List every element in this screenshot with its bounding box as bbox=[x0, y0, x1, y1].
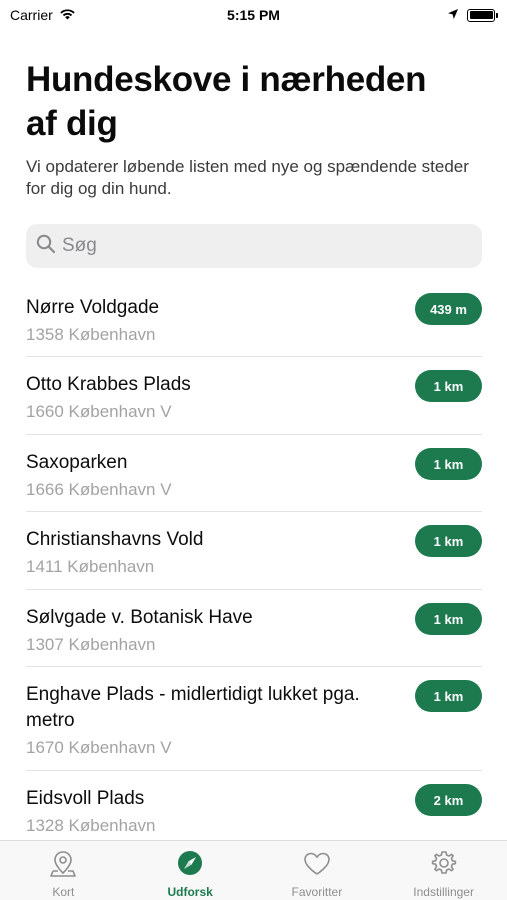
tab-bar: Kort Udforsk Favoritter Indstillinger bbox=[0, 840, 507, 900]
search-input[interactable] bbox=[62, 235, 462, 257]
list-item[interactable]: Nørre Voldgade 1358 København 439 m bbox=[26, 280, 482, 357]
distance-badge: 1 km bbox=[415, 448, 482, 480]
gear-icon bbox=[429, 849, 459, 885]
list-item[interactable]: Sølvgade v. Botanisk Have 1307 København… bbox=[26, 590, 482, 667]
place-name: Otto Krabbes Plads bbox=[26, 374, 191, 395]
tab-kort[interactable]: Kort bbox=[0, 841, 127, 900]
distance-badge: 1 km bbox=[415, 525, 482, 557]
place-address: 1666 København V bbox=[26, 480, 172, 499]
map-pin-icon bbox=[48, 849, 78, 885]
location-arrow-icon bbox=[447, 7, 459, 23]
place-address: 1307 København bbox=[26, 635, 156, 654]
search-icon bbox=[36, 234, 56, 259]
distance-badge: 1 km bbox=[415, 370, 482, 402]
status-left: Carrier bbox=[10, 7, 76, 23]
place-name: Christianshavns Vold bbox=[26, 529, 204, 550]
place-name: Saxoparken bbox=[26, 452, 128, 473]
place-address: 1660 København V bbox=[26, 402, 172, 421]
list-item[interactable]: Enghave Plads - midlertidigt lukket pga.… bbox=[26, 667, 482, 771]
distance-badge: 1 km bbox=[415, 603, 482, 635]
battery-fill bbox=[469, 11, 493, 19]
place-name: Nørre Voldgade bbox=[26, 297, 160, 318]
place-address: 1670 København V bbox=[26, 738, 172, 757]
compass-icon bbox=[175, 849, 205, 885]
list-item[interactable]: Eidsvoll Plads 1328 København 2 km bbox=[26, 771, 482, 849]
status-bar: Carrier 5:15 PM bbox=[0, 0, 507, 30]
battery-icon bbox=[467, 8, 498, 22]
distance-badge: 439 m bbox=[415, 293, 482, 325]
tab-label: Udforsk bbox=[167, 885, 213, 899]
tab-label: Favoritter bbox=[291, 885, 343, 899]
tab-udforsk[interactable]: Udforsk bbox=[127, 841, 254, 900]
distance-badge: 2 km bbox=[415, 784, 482, 816]
place-address: 1328 København bbox=[26, 816, 156, 835]
place-name: Enghave Plads - midlertidigt lukket pga.… bbox=[26, 684, 360, 731]
wifi-icon bbox=[59, 7, 76, 23]
page-subtitle: Vi opdaterer løbende listen med nye og s… bbox=[26, 157, 469, 198]
search-bar[interactable] bbox=[26, 224, 482, 268]
tab-indstillinger[interactable]: Indstillinger bbox=[380, 841, 507, 900]
page-title: Hundeskove i nærheden af dig bbox=[26, 60, 427, 143]
tab-favoritter[interactable]: Favoritter bbox=[254, 841, 381, 900]
list-item[interactable]: Otto Krabbes Plads 1660 København V 1 km bbox=[26, 357, 482, 435]
status-time: 5:15 PM bbox=[227, 7, 280, 23]
distance-badge: 1 km bbox=[415, 680, 482, 712]
heart-icon bbox=[302, 849, 332, 885]
place-name: Sølvgade v. Botanisk Have bbox=[26, 607, 253, 628]
place-name: Eidsvoll Plads bbox=[26, 788, 145, 809]
places-list: Nørre Voldgade 1358 København 439 m Otto… bbox=[0, 280, 507, 849]
list-item[interactable]: Christianshavns Vold 1411 København 1 km bbox=[26, 512, 482, 590]
carrier-label: Carrier bbox=[10, 7, 53, 23]
status-right bbox=[447, 7, 498, 23]
tab-label: Indstillinger bbox=[413, 885, 474, 899]
place-address: 1411 København bbox=[26, 557, 155, 576]
list-item[interactable]: Saxoparken 1666 København V 1 km bbox=[26, 435, 482, 512]
tab-label: Kort bbox=[52, 885, 75, 899]
screen: Carrier 5:15 PM Hundeskove i nærheden af… bbox=[0, 0, 507, 900]
place-address: 1358 København bbox=[26, 325, 156, 344]
